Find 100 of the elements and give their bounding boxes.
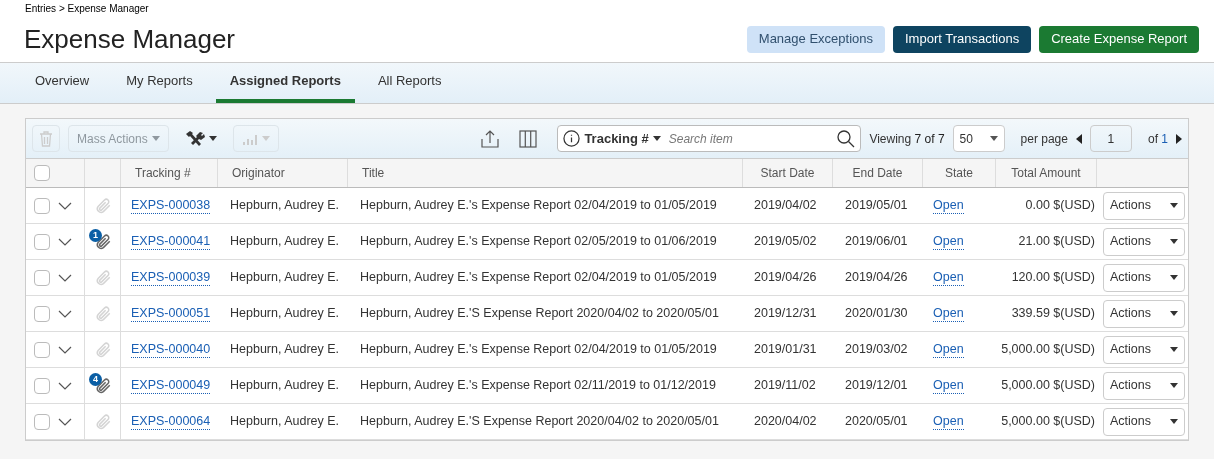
viewing-label: Viewing 7 of 7 xyxy=(869,130,945,148)
row-checkbox[interactable] xyxy=(34,377,50,394)
actions-dropdown[interactable]: Actions xyxy=(1103,191,1185,220)
tracking-link[interactable]: EXPS-000049 xyxy=(131,377,211,394)
row-checkbox[interactable] xyxy=(34,413,50,430)
column-header[interactable]: End Date xyxy=(852,164,903,182)
chevron-down-icon[interactable] xyxy=(58,417,72,426)
caret-icon xyxy=(261,136,270,141)
end-date-cell-text: 2019/05/01 xyxy=(845,197,908,215)
state-link[interactable]: Open xyxy=(933,305,964,322)
start-date-cell-text: 2020/04/02 xyxy=(754,413,817,431)
attachment-count-badge: 1 xyxy=(89,229,102,242)
caret-icon xyxy=(652,136,661,141)
originator-cell-text: Hepburn, Audrey E. xyxy=(230,377,340,395)
header-button[interactable]: Create Expense Report xyxy=(1039,25,1199,53)
columns-icon[interactable] xyxy=(519,129,538,148)
tab[interactable]: My Reports xyxy=(112,62,207,103)
tracking-link[interactable]: EXPS-000040 xyxy=(131,341,211,358)
next-page-icon[interactable] xyxy=(1176,133,1182,144)
state-link[interactable]: Open xyxy=(933,341,964,358)
state-link[interactable]: Open xyxy=(933,413,964,430)
state-link[interactable]: Open xyxy=(933,233,964,250)
row-checkbox[interactable] xyxy=(34,341,50,358)
state-link[interactable]: Open xyxy=(933,377,964,394)
total-amount-cell-text: 5,000.00 $(USD) xyxy=(1001,341,1095,359)
trash-icon xyxy=(39,130,53,147)
row-checkbox[interactable] xyxy=(34,269,50,286)
originator-cell-text: Hepburn, Audrey E. xyxy=(230,197,340,215)
chevron-down-icon[interactable] xyxy=(58,201,72,210)
column-header[interactable]: Title xyxy=(362,164,385,182)
previous-page-icon[interactable] xyxy=(1075,133,1082,144)
chevron-down-icon[interactable] xyxy=(58,309,72,318)
start-date-cell-text: 2019/05/02 xyxy=(754,233,817,251)
column-header[interactable]: Originator xyxy=(232,164,285,182)
actions-dropdown[interactable]: Actions xyxy=(1103,335,1185,364)
caret-icon xyxy=(208,136,217,141)
paperclip-icon xyxy=(93,376,112,395)
state-link[interactable]: Open xyxy=(933,269,964,286)
actions-dropdown[interactable]: Actions xyxy=(1103,371,1185,400)
search-filter-label[interactable]: Tracking # xyxy=(584,128,649,149)
tab[interactable]: All Reports xyxy=(363,62,456,103)
actions-dropdown[interactable]: Actions xyxy=(1103,299,1185,328)
total-amount-cell-text: 339.59 $(USD) xyxy=(1011,305,1095,323)
paperclip-icon xyxy=(93,232,112,251)
chevron-down-icon[interactable] xyxy=(58,273,72,282)
chevron-down-icon[interactable] xyxy=(58,381,72,390)
per-page-label: per page xyxy=(1020,130,1068,148)
end-date-cell-text: 2020/01/30 xyxy=(845,305,908,323)
header-button[interactable]: Manage Exceptions xyxy=(746,25,885,53)
total-amount-cell-text: 120.00 $(USD) xyxy=(1011,269,1095,287)
tracking-link[interactable]: EXPS-000038 xyxy=(131,197,211,214)
start-date-cell-text: 2019/01/31 xyxy=(754,341,817,359)
tracking-link[interactable]: EXPS-000064 xyxy=(131,413,211,430)
row-checkbox[interactable] xyxy=(34,233,50,250)
chevron-down-icon[interactable] xyxy=(58,345,72,354)
total-amount-cell-text: 5,000.00 $(USD) xyxy=(1001,377,1095,395)
export-icon[interactable] xyxy=(481,129,500,148)
originator-cell-text: Hepburn, Audrey E. xyxy=(230,269,340,287)
title-cell-text: Hepburn, Audrey E.'s Expense Report 02/04/2019 to 01/05/2019 xyxy=(360,269,717,287)
originator-cell-text: Hepburn, Audrey E. xyxy=(230,305,340,323)
column-header[interactable]: Tracking # xyxy=(135,164,191,182)
search-field[interactable]: Tracking # Search item xyxy=(557,125,862,152)
caret-icon xyxy=(151,136,160,141)
column-header[interactable]: State xyxy=(945,164,973,182)
caret-icon xyxy=(989,136,998,141)
tab[interactable]: Overview xyxy=(21,62,104,103)
tracking-link[interactable]: EXPS-000051 xyxy=(131,305,211,322)
tracking-link[interactable]: EXPS-000039 xyxy=(131,269,211,286)
chevron-down-icon[interactable] xyxy=(58,237,72,246)
originator-cell-text: Hepburn, Audrey E. xyxy=(230,233,340,251)
row-checkbox[interactable] xyxy=(34,197,50,214)
originator-cell-text: Hepburn, Audrey E. xyxy=(230,413,340,431)
title-cell-text: Hepburn, Audrey E.'s Expense Report 02/04/2019 to 01/05/2019 xyxy=(360,341,717,359)
title-cell-text: Hepburn, Audrey E.'s Expense Report 02/11/2019 to 01/12/2019 xyxy=(360,377,716,395)
row-checkbox[interactable] xyxy=(34,305,50,322)
actions-dropdown[interactable]: Actions xyxy=(1103,263,1185,292)
title-cell-text: Hepburn, Audrey E.'S Expense Report 2020/04/02 to 2020/05/01 xyxy=(360,413,719,431)
originator-cell-text: Hepburn, Audrey E. xyxy=(230,341,340,359)
start-date-cell-text: 2019/04/26 xyxy=(754,269,817,287)
header-button[interactable]: Import Transactions xyxy=(893,25,1032,53)
caret-icon xyxy=(1170,311,1178,316)
tab[interactable]: Assigned Reports xyxy=(215,62,355,103)
search-icon[interactable] xyxy=(837,129,856,148)
column-header[interactable]: Start Date xyxy=(760,164,815,182)
per-page-select[interactable]: 50 xyxy=(952,125,1005,152)
state-link[interactable]: Open xyxy=(933,197,964,214)
actions-dropdown[interactable]: Actions xyxy=(1103,407,1185,436)
total-amount-cell-text: 5,000.00 $(USD) xyxy=(1001,413,1095,431)
paperclip-icon xyxy=(93,340,112,359)
start-date-cell-text: 2019/11/02 xyxy=(754,377,816,395)
tracking-link[interactable]: EXPS-000041 xyxy=(131,233,211,250)
end-date-cell-text: 2020/05/01 xyxy=(845,413,908,431)
paperclip-icon xyxy=(93,412,112,431)
actions-dropdown[interactable]: Actions xyxy=(1103,227,1185,256)
column-header[interactable]: Total Amount xyxy=(1011,164,1081,182)
paperclip-icon xyxy=(93,268,112,287)
page-input[interactable]: 1 xyxy=(1089,125,1132,152)
caret-icon xyxy=(1170,419,1178,424)
title-cell-text: Hepburn, Audrey E.'s Expense Report 02/05/2019 to 01/06/2019 xyxy=(360,233,717,251)
select-all-checkbox[interactable] xyxy=(34,165,50,181)
